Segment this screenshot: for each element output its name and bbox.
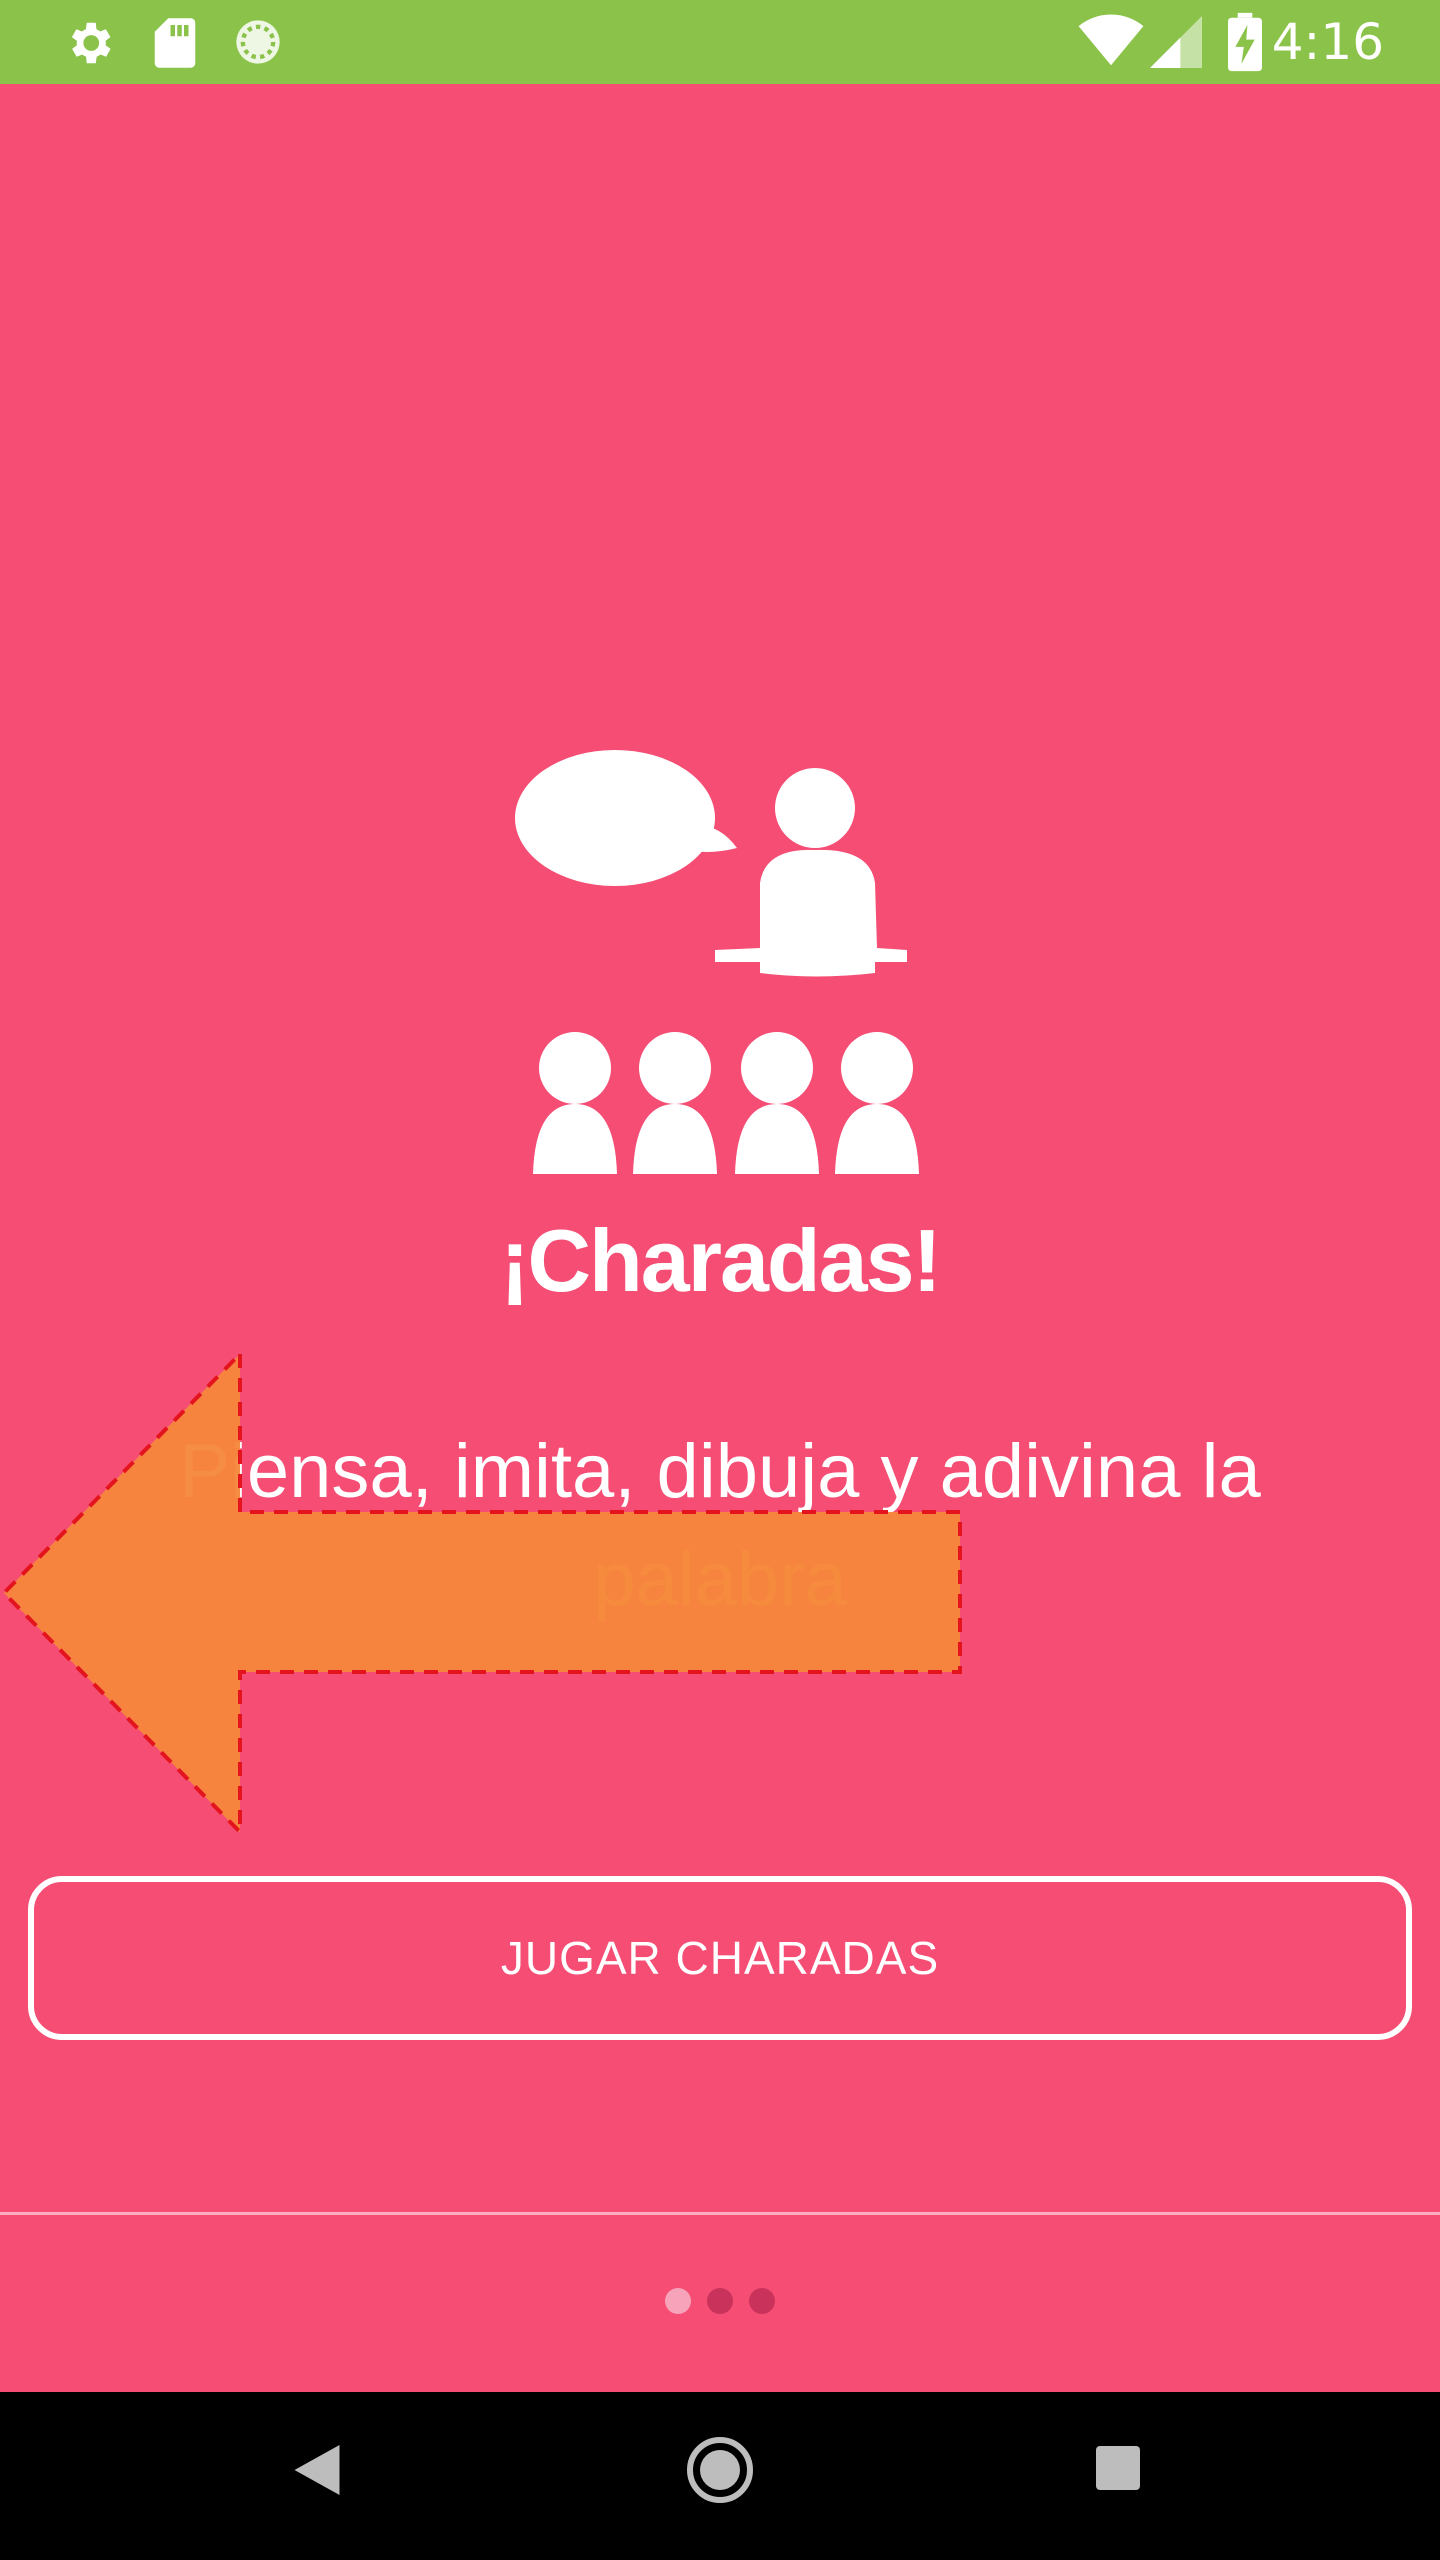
home-icon[interactable] (686, 2436, 754, 2504)
status-bar: 4:16 (0, 0, 1440, 84)
page-title: ¡Charadas! (500, 1211, 942, 1310)
group-speaker-icon (515, 750, 919, 1174)
back-icon[interactable] (292, 2442, 342, 2498)
battery-charging-icon (1228, 12, 1262, 72)
page-dot-active[interactable] (665, 2288, 691, 2314)
wifi-icon (1078, 14, 1144, 66)
settings-icon (71, 22, 111, 64)
page-dot[interactable] (707, 2288, 733, 2314)
status-time: 4:16 (1271, 13, 1384, 71)
swipe-left-arrow-icon (1, 1350, 962, 1835)
signal-icon (1150, 16, 1202, 68)
navigation-bar (0, 2392, 1440, 2560)
sync-icon (236, 20, 280, 64)
page-indicator (0, 2288, 1440, 2316)
recents-icon[interactable] (1096, 2446, 1140, 2490)
play-charades-button[interactable]: JUGAR CHARADAS (28, 1876, 1412, 2040)
app-screen: 4:16 ¡Charadas! Piensa, imita, dibuja y … (0, 0, 1440, 2560)
page-dot[interactable] (749, 2288, 775, 2314)
sd-card-icon (154, 18, 196, 68)
divider (0, 2212, 1440, 2215)
